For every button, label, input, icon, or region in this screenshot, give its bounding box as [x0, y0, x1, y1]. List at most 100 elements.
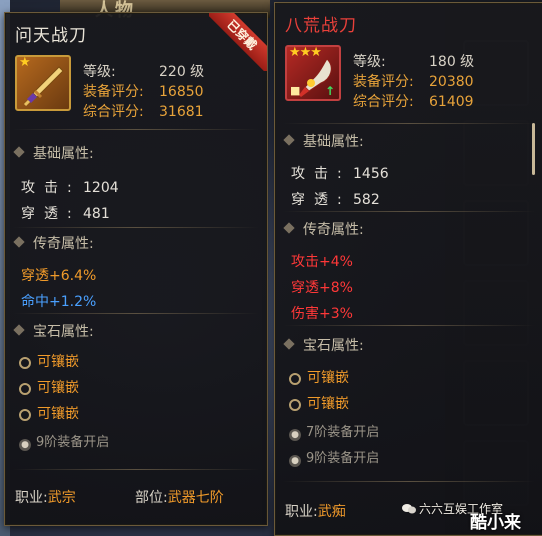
section-title: 基础属性: [33, 146, 94, 162]
gem-socket[interactable]: 可镶嵌 [19, 403, 79, 423]
gem-socket[interactable]: 可镶嵌 [19, 351, 79, 371]
section-title: 传奇属性: [303, 222, 364, 238]
penetration-row: 穿透: 582 [291, 189, 380, 209]
basic-attributes-header: 基础属性: [283, 131, 525, 151]
divider [13, 129, 259, 130]
socket-label: 可镶嵌 [37, 406, 79, 422]
gem-attributes-header: 宝石属性: [13, 321, 255, 341]
equipped-ribbon: 已穿戴 [209, 13, 267, 71]
equipped-item-tooltip: 问天战刀 已穿戴 ★ 等级: 220 级 装备评分: 16850 综合评分: 3168… [4, 12, 268, 526]
scrollbar-thumb[interactable] [532, 123, 535, 175]
watermark-secondary: 酷小来 [470, 513, 521, 533]
attr-value: 481 [83, 206, 110, 222]
legend-attr: 攻击+4% [291, 254, 353, 270]
diamond-icon [13, 146, 25, 158]
diamond-icon [13, 236, 25, 248]
attr-value: 1456 [353, 166, 389, 182]
diamond-icon [283, 134, 295, 146]
legend-attr: 穿透+8% [291, 280, 353, 296]
attr-label: 穿透: [21, 206, 81, 222]
socket-ring-icon [289, 399, 301, 411]
attack-row: 攻击: 1456 [291, 163, 389, 183]
level-value: 220 级 [159, 64, 205, 80]
legend-attributes-header: 传奇属性: [283, 219, 525, 239]
attr-label: 穿透: [291, 192, 351, 208]
item-name: 八荒战刀 [285, 16, 357, 36]
level-stat: 等级: 180 级 [353, 51, 474, 71]
equip-score-label: 装备评分: [353, 74, 414, 90]
legend-attr: 命中+1.2% [21, 294, 97, 310]
section-title: 基础属性: [303, 134, 364, 150]
socket-ring-icon [289, 373, 301, 385]
equip-score-value: 16850 [159, 84, 204, 100]
socket-label: 可镶嵌 [37, 380, 79, 396]
equip-score-label: 装备评分: [83, 84, 144, 100]
legend-attributes-header: 传奇属性: [13, 233, 255, 253]
divider [283, 123, 535, 124]
job-value: 武痴 [317, 504, 346, 520]
divider [13, 227, 259, 228]
lock-icon: ● [289, 429, 301, 441]
attr-value: 582 [353, 192, 380, 208]
attr-label: 攻击: [21, 180, 81, 196]
socket-ring-icon [19, 357, 31, 369]
upgrade-arrow-icon: ↑ [324, 84, 335, 98]
item-icon: ★★★ ■ ↑ [285, 45, 341, 101]
divider [283, 325, 535, 326]
slot-info: 部位:武器七阶 [135, 487, 224, 507]
socket-label: 可镶嵌 [307, 370, 349, 386]
socket-ring-icon [19, 383, 31, 395]
divider [13, 469, 259, 470]
total-score-value: 61409 [429, 94, 474, 110]
slot-value: 武器七阶 [167, 490, 224, 506]
locked-label: 9阶装备开启 [306, 451, 380, 466]
level-stat: 等级: 220 级 [83, 61, 204, 81]
gem-socket[interactable]: 可镶嵌 [289, 367, 349, 387]
lock-icon: ● [289, 455, 301, 467]
job-info: 职业:武痴 [285, 501, 346, 521]
locked-label: 7阶装备开启 [306, 425, 380, 440]
divider [283, 481, 535, 482]
divider [13, 313, 259, 314]
socket-label: 可镶嵌 [37, 354, 79, 370]
legend-attr: 穿透+6.4% [21, 268, 97, 284]
section-title: 宝石属性: [33, 324, 94, 340]
equip-score-stat: 装备评分: 20380 [353, 71, 474, 91]
legend-attr: 伤害+3% [291, 306, 353, 322]
level-value: 180 级 [429, 54, 475, 70]
gem-attributes-header: 宝石属性: [283, 335, 525, 355]
locked-label: 9阶装备开启 [36, 435, 110, 450]
compare-item-tooltip: 八荒战刀 ★★★ ■ ↑ 等级: 180 级 装备评分: 20380 综合评分: 61… [274, 2, 542, 536]
total-score-stat: 综合评分: 31681 [83, 101, 204, 121]
job-info: 职业:武宗 [15, 487, 76, 507]
section-title: 宝石属性: [303, 338, 364, 354]
diamond-icon [283, 222, 295, 234]
gem-socket[interactable]: 可镶嵌 [19, 377, 79, 397]
diamond-icon [283, 338, 295, 350]
gem-socket[interactable]: 可镶嵌 [289, 393, 349, 413]
locked-socket: ● 7阶装备开启 [289, 421, 379, 441]
blade-icon [23, 66, 64, 107]
attack-row: 攻击: 1204 [21, 177, 119, 197]
level-label: 等级: [353, 54, 386, 70]
attr-value: 1204 [83, 180, 119, 196]
slot-label: 部位: [135, 490, 168, 506]
total-score-label: 综合评分: [83, 104, 144, 120]
job-label: 职业: [285, 504, 318, 520]
item-icon: ★ [15, 55, 71, 111]
equipped-ribbon-label: 已穿戴 [209, 13, 267, 71]
attr-label: 攻击: [291, 166, 351, 182]
total-score-label: 综合评分: [353, 94, 414, 110]
section-title: 传奇属性: [33, 236, 94, 252]
job-label: 职业: [15, 490, 48, 506]
level-label: 等级: [83, 64, 116, 80]
socket-label: 可镶嵌 [307, 396, 349, 412]
locked-socket: ● 9阶装备开启 [289, 447, 379, 467]
socket-ring-icon [19, 409, 31, 421]
total-score-stat: 综合评分: 61409 [353, 91, 474, 111]
job-value: 武宗 [47, 490, 76, 506]
lock-icon: ■ [290, 84, 301, 97]
lock-icon: ● [19, 439, 31, 451]
basic-attributes-header: 基础属性: [13, 143, 255, 163]
diamond-icon [13, 324, 25, 336]
